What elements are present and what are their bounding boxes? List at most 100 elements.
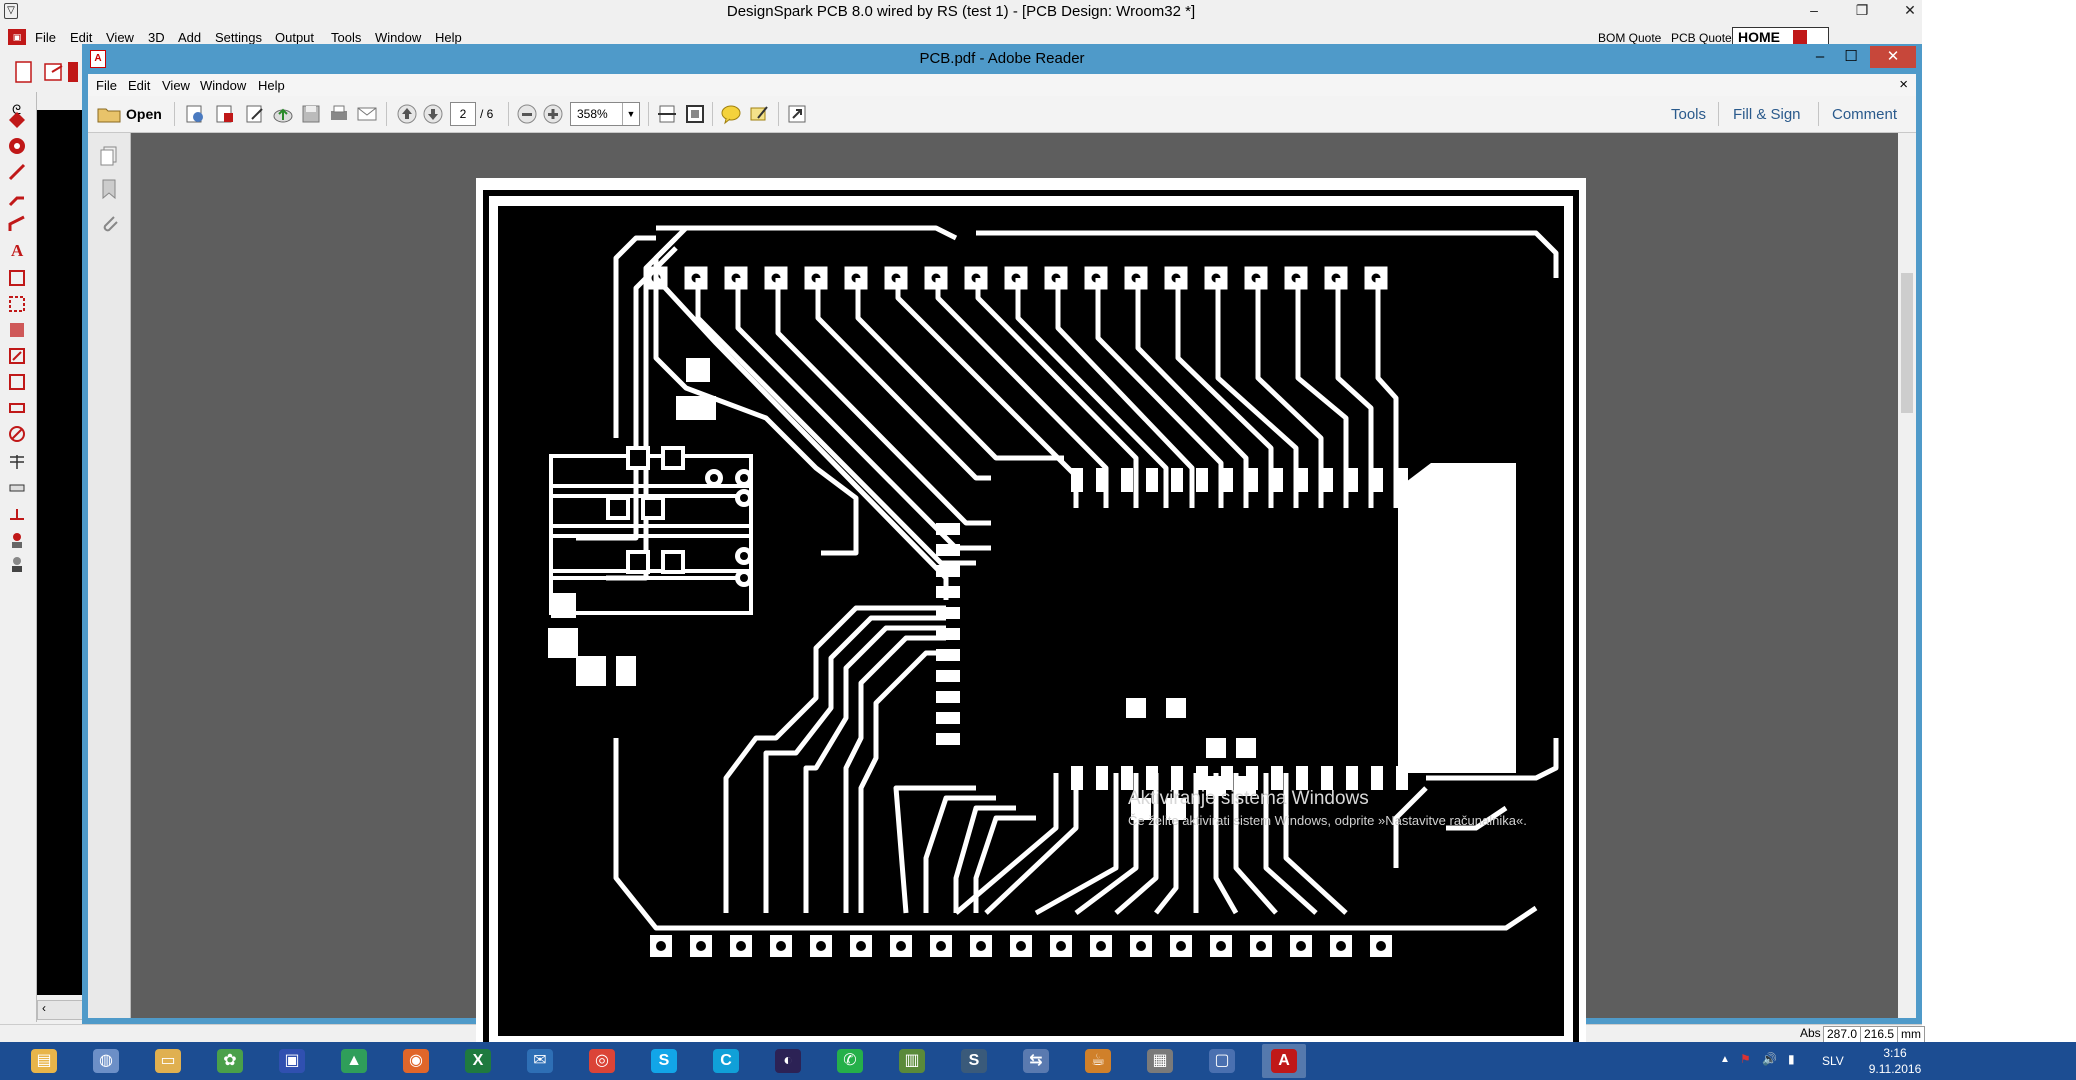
zoom-level-select[interactable]: 358% ▼	[570, 102, 640, 126]
component-icon[interactable]	[7, 530, 27, 550]
export-pdf-icon[interactable]	[214, 103, 236, 125]
print-icon[interactable]	[328, 103, 350, 125]
reader-menu-edit[interactable]: Edit	[128, 78, 150, 93]
edit-pdf-icon[interactable]	[244, 103, 266, 125]
reader-scroll-thumb[interactable]	[1901, 273, 1913, 413]
tray-expand-icon[interactable]: ▲	[1720, 1054, 1730, 1065]
via-icon[interactable]	[7, 136, 27, 156]
adobe-reader-taskbar-button[interactable]: A	[1262, 1044, 1306, 1078]
attachments-icon[interactable]	[98, 211, 120, 235]
open-document-icon[interactable]	[42, 60, 66, 84]
file-explorer-taskbar-button[interactable]: ▤	[22, 1044, 66, 1078]
java-taskbar-button[interactable]: ☕	[1076, 1044, 1120, 1078]
track-tool-icon[interactable]	[7, 162, 27, 182]
highlight-icon[interactable]	[748, 103, 770, 125]
network-taskbar-button[interactable]: ◍	[84, 1044, 128, 1078]
ds-restore-button[interactable]: ❐	[1848, 0, 1876, 20]
remote-desktop-taskbar-button[interactable]: ▢	[1200, 1044, 1244, 1078]
volume-icon[interactable]: 🔊	[1762, 1052, 1777, 1066]
route-tool-icon[interactable]	[7, 188, 27, 208]
measure-icon[interactable]	[7, 504, 27, 524]
zoom-out-icon[interactable]	[516, 103, 538, 125]
save-icon[interactable]	[68, 62, 78, 82]
expand-icon[interactable]	[786, 103, 808, 125]
bom-quote-link[interactable]: BOM Quote	[1598, 31, 1661, 45]
eclipse-taskbar-button[interactable]: ◐	[766, 1044, 810, 1078]
page-thumbnails-icon[interactable]	[98, 145, 120, 169]
add-area-icon[interactable]	[7, 294, 27, 314]
reader-close-button[interactable]: ✕	[1870, 46, 1916, 68]
designspark-canvas[interactable]	[37, 110, 83, 995]
new-document-icon[interactable]	[12, 60, 36, 84]
tools-pane-link[interactable]: Tools	[1671, 106, 1706, 123]
save-disk-taskbar-button[interactable]: ▣	[270, 1044, 314, 1078]
ds-menu-help[interactable]: Help	[435, 30, 462, 45]
open-folder-icon[interactable]	[96, 103, 122, 125]
bookmarks-icon[interactable]	[98, 177, 120, 201]
whatsapp-taskbar-button[interactable]: ✆	[828, 1044, 872, 1078]
create-pdf-icon[interactable]	[184, 103, 206, 125]
s-app-taskbar-button[interactable]: S	[952, 1044, 996, 1078]
reader-menu-window[interactable]: Window	[200, 78, 246, 93]
firefox-taskbar-button[interactable]: ◉	[394, 1044, 438, 1078]
chevron-down-icon[interactable]: ▼	[622, 103, 639, 125]
thunderbird-taskbar-button[interactable]: ✉	[518, 1044, 562, 1078]
dimension-icon[interactable]	[7, 452, 27, 472]
add-keepout-icon[interactable]	[7, 372, 27, 392]
reader-vertical-scrollbar[interactable]	[1898, 133, 1916, 1018]
reader-menu-view[interactable]: View	[162, 78, 190, 93]
action-center-icon[interactable]: ⚑	[1740, 1052, 1751, 1066]
network-share-taskbar-button[interactable]: ⇆	[1014, 1044, 1058, 1078]
next-page-icon[interactable]	[422, 103, 444, 125]
previous-page-icon[interactable]	[396, 103, 418, 125]
sticky-note-icon[interactable]	[720, 103, 742, 125]
folder-taskbar-button[interactable]: ▭	[146, 1044, 190, 1078]
excel-taskbar-button[interactable]: X	[456, 1044, 500, 1078]
add-shape-icon[interactable]	[7, 268, 27, 288]
ds-menu-3d[interactable]: 3D	[148, 30, 165, 45]
fit-width-icon[interactable]	[656, 103, 678, 125]
upload-cloud-icon[interactable]	[272, 103, 294, 125]
page-number-input[interactable]: 2	[450, 102, 476, 126]
network-status-icon[interactable]: ▮	[1788, 1052, 1795, 1066]
library-icon[interactable]	[7, 554, 27, 574]
ds-menu-file[interactable]: File	[35, 30, 56, 45]
document-view[interactable]: Aktiviranje sistema Windows Če želite ak…	[131, 133, 1916, 1058]
add-copper-icon[interactable]	[7, 320, 27, 340]
ds-minimize-button[interactable]: –	[1800, 0, 1828, 20]
add-template-icon[interactable]	[7, 398, 27, 418]
reader-menu-file[interactable]: File	[96, 78, 117, 93]
fill-sign-pane-link[interactable]: Fill & Sign	[1733, 106, 1801, 123]
ds-menu-settings[interactable]: Settings	[215, 30, 262, 45]
ds-menu-tools[interactable]: Tools	[331, 30, 361, 45]
task-manager-taskbar-button[interactable]: ▥	[890, 1044, 934, 1078]
add-cutout-icon[interactable]	[7, 346, 27, 366]
skype-taskbar-button[interactable]: S	[642, 1044, 686, 1078]
ds-menu-output[interactable]: Output	[275, 30, 314, 45]
scroll-left-icon[interactable]: ‹	[42, 1001, 46, 1015]
ds-close-button[interactable]: ✕	[1896, 0, 1924, 20]
save-icon[interactable]	[300, 103, 322, 125]
designspark-taskbar-button[interactable]: ▦	[1138, 1044, 1182, 1078]
email-icon[interactable]	[356, 103, 378, 125]
reader-maximize-button[interactable]: ☐	[1834, 46, 1868, 68]
ds-menu-edit[interactable]: Edit	[70, 30, 92, 45]
c-app-taskbar-button[interactable]: C	[704, 1044, 748, 1078]
open-button[interactable]: Open	[126, 106, 162, 122]
add-text-icon[interactable]: A	[7, 240, 27, 260]
ds-menu-window[interactable]: Window	[375, 30, 421, 45]
reader-menu-help[interactable]: Help	[258, 78, 285, 93]
ds-menu-view[interactable]: View	[106, 30, 134, 45]
pcb-quote-link[interactable]: PCB Quote	[1671, 31, 1732, 45]
shape-route-icon[interactable]	[7, 214, 27, 234]
drill-icon[interactable]	[7, 424, 27, 444]
ruler-icon[interactable]	[7, 478, 27, 498]
google-drive-taskbar-button[interactable]: ▲	[332, 1044, 376, 1078]
chrome-taskbar-button[interactable]: ◎	[580, 1044, 624, 1078]
photos-taskbar-button[interactable]: ✿	[208, 1044, 252, 1078]
language-indicator[interactable]: SLV	[1822, 1054, 1844, 1068]
system-clock[interactable]: 3:16 9.11.2016	[1860, 1045, 1930, 1077]
fit-page-icon[interactable]	[684, 103, 706, 125]
ds-horizontal-scrollbar[interactable]: ‹	[37, 1000, 85, 1020]
reader-doc-close-icon[interactable]: ×	[1899, 76, 1908, 93]
